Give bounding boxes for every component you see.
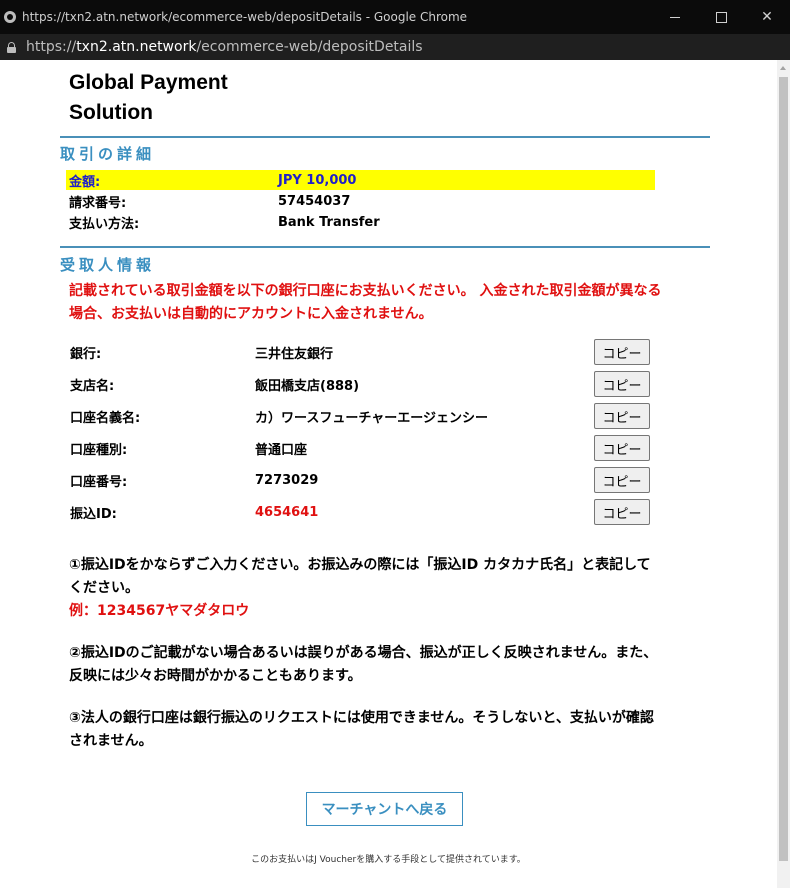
payment-method-row: 支払い方法: Bank Transfer (66, 212, 655, 232)
divider (60, 136, 710, 138)
amount-label: 金額: (69, 174, 101, 190)
invoice-number-label: 請求番号: (69, 195, 127, 211)
bank-value: 三井住友銀行 (255, 346, 334, 362)
window-title: https://txn2.atn.network/ecommerce-web/d… (22, 10, 468, 24)
back-to-merchant-button[interactable]: マーチャントへ戻る (306, 792, 463, 826)
scroll-up-arrow-icon[interactable] (780, 66, 786, 70)
divider (60, 246, 710, 248)
transfer-id-label: 振込ID: (70, 506, 117, 522)
brand-line-2: Solution (69, 101, 153, 124)
maximize-button[interactable] (698, 0, 744, 34)
account-number-row: 口座番号: 7273029 コピー (70, 467, 650, 493)
copy-account-holder-button[interactable]: コピー (594, 403, 650, 429)
vertical-scrollbar[interactable] (777, 60, 790, 888)
url-scheme: https:// (26, 39, 77, 55)
account-holder-row: 口座名義名: カ）ワースフューチャーエージェンシー コピー (70, 403, 650, 429)
footer-note: このお支払いはJ Voucherを購入する手段として提供されています。 (251, 855, 526, 865)
branch-value: 飯田橋支店(888) (255, 378, 360, 394)
close-button[interactable]: ✕ (744, 0, 790, 34)
note-1-example: 例：1234567ヤマダタロウ (69, 603, 250, 619)
amount-value: JPY 10,000 (278, 172, 357, 188)
note-3: ③法人の銀行口座は銀行振込のリクエストには使用できません。そうしないと、支払いが… (69, 710, 654, 749)
account-holder-value: カ）ワースフューチャーエージェンシー (255, 410, 488, 426)
minimize-button[interactable] (652, 0, 698, 34)
address-bar[interactable]: https:// txn2.atn.network /ecommerce-web… (0, 34, 790, 60)
amount-row: 金額: JPY 10,000 (66, 170, 655, 190)
window-titlebar: https://txn2.atn.network/ecommerce-web/d… (0, 0, 790, 34)
payment-method-value: Bank Transfer (278, 214, 380, 230)
invoice-number-row: 請求番号: 57454037 (66, 191, 655, 211)
copy-account-number-button[interactable]: コピー (594, 467, 650, 493)
lock-icon[interactable] (7, 41, 16, 53)
account-holder-label: 口座名義名: (70, 410, 141, 426)
invoice-number-value: 57454037 (278, 193, 351, 209)
recipient-info-title: 受取人情報 (60, 256, 156, 274)
note-2: ②振込IDのご記載がない場合あるいは誤りがある場合、振込が正しく反映されません。… (69, 645, 658, 684)
copy-bank-button[interactable]: コピー (594, 339, 650, 365)
payment-warning: 記載されている取引金額を以下の銀行口座にお支払いください。 入金された取引金額が… (69, 283, 662, 322)
account-type-row: 口座種別: 普通口座 コピー (70, 435, 650, 461)
branch-label: 支店名: (70, 378, 115, 394)
note-1-text: ①振込IDをかならずご入力ください。お振込みの際には「振込ID カタカナ氏名」と… (69, 557, 651, 596)
url-host: txn2.atn.network (76, 39, 197, 55)
page-globe-icon (4, 11, 16, 23)
transaction-details-title: 取引の詳細 (60, 145, 156, 163)
copy-branch-button[interactable]: コピー (594, 371, 650, 397)
page-content: Global Payment Solution 取引の詳細 金額: JPY 10… (0, 60, 777, 888)
account-number-value: 7273029 (255, 472, 319, 488)
account-type-label: 口座種別: (70, 442, 128, 458)
url-path: /ecommerce-web/depositDetails (196, 39, 423, 55)
bank-row: 銀行: 三井住友銀行 コピー (70, 339, 650, 365)
note-1: ①振込IDをかならずご入力ください。お振込みの際には「振込ID カタカナ氏名」と… (69, 554, 659, 623)
copy-account-type-button[interactable]: コピー (594, 435, 650, 461)
transfer-id-row: 振込ID: 4654641 コピー (70, 499, 650, 525)
bank-label: 銀行: (70, 346, 102, 362)
transfer-id-value: 4654641 (255, 504, 319, 520)
brand-line-1: Global Payment (69, 71, 228, 94)
payment-method-label: 支払い方法: (69, 216, 140, 232)
copy-transfer-id-button[interactable]: コピー (594, 499, 650, 525)
brand-logo: Global Payment Solution (69, 68, 269, 128)
branch-row: 支店名: 飯田橋支店(888) コピー (70, 371, 650, 397)
account-number-label: 口座番号: (70, 474, 128, 490)
scroll-thumb[interactable] (779, 77, 788, 861)
account-type-value: 普通口座 (255, 442, 308, 458)
